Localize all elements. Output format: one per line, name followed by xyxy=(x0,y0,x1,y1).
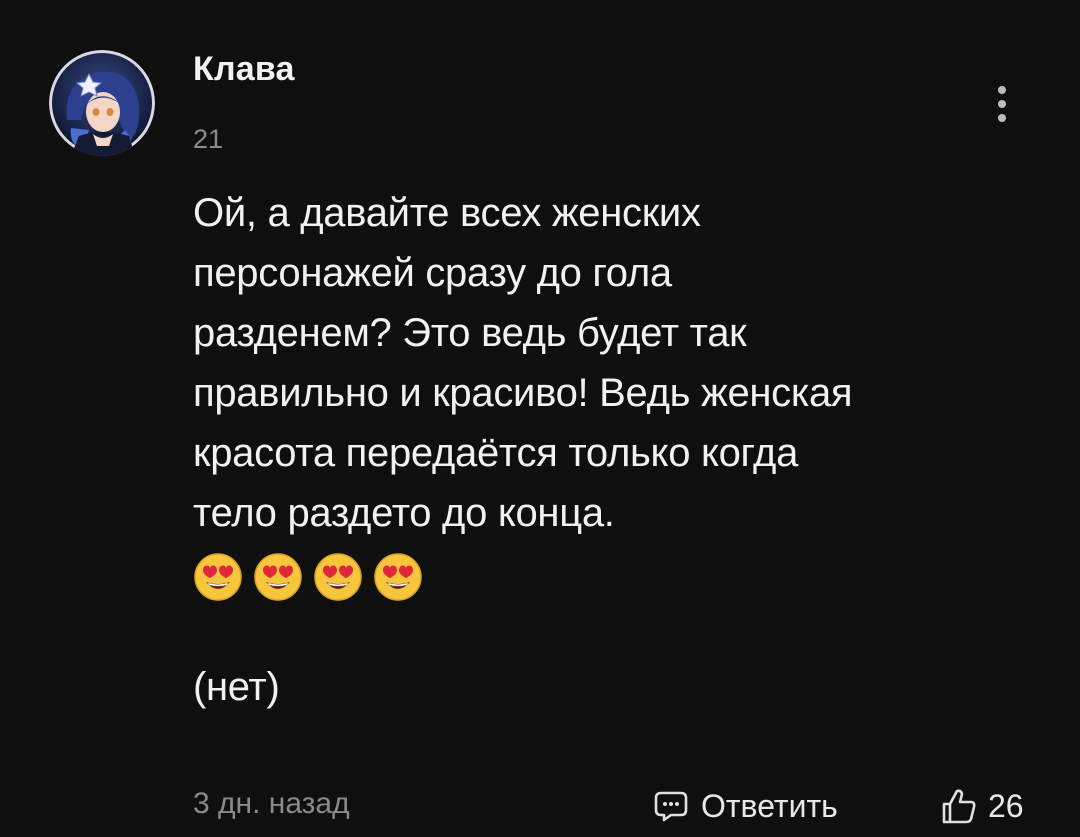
comment-text-line: красота передаётся только когда xyxy=(193,431,799,475)
avatar[interactable] xyxy=(49,50,155,156)
heart-eyes-emoji-icon xyxy=(254,553,302,601)
comment-text-line: тело раздето до конца. xyxy=(193,491,615,535)
comment-text-line: персонажей сразу до гола xyxy=(193,251,672,295)
author-name[interactable]: Клава xyxy=(193,50,295,89)
heart-eyes-emoji-icon xyxy=(194,553,242,601)
comment-text-line: правильно и красиво! Ведь женская xyxy=(193,371,853,415)
emoji-row xyxy=(193,547,1043,607)
author-level: 21 xyxy=(193,124,224,154)
like-button[interactable]: 26 xyxy=(938,782,1024,830)
comment-text-line: Ой, а давайте всех женских xyxy=(193,191,701,235)
comment-postscript: (нет) xyxy=(193,665,280,709)
chat-bubble-icon xyxy=(654,791,688,822)
comment-timestamp: 3 дн. назад xyxy=(193,787,350,820)
comment-card: Клава 21 Ой, а давайте всех женских перс… xyxy=(0,0,1080,837)
thumbs-up-icon xyxy=(942,789,976,824)
comment-body: Ой, а давайте всех женских персонажей ср… xyxy=(193,183,1043,717)
reply-label: Ответить xyxy=(701,787,838,824)
comment-text-line: разденем? Это ведь будет так xyxy=(193,311,747,355)
like-count: 26 xyxy=(988,787,1024,824)
heart-eyes-emoji-icon xyxy=(374,553,422,601)
reply-button[interactable]: Ответить xyxy=(653,782,838,830)
heart-eyes-emoji-icon xyxy=(314,553,362,601)
more-options-icon[interactable] xyxy=(982,80,1022,128)
